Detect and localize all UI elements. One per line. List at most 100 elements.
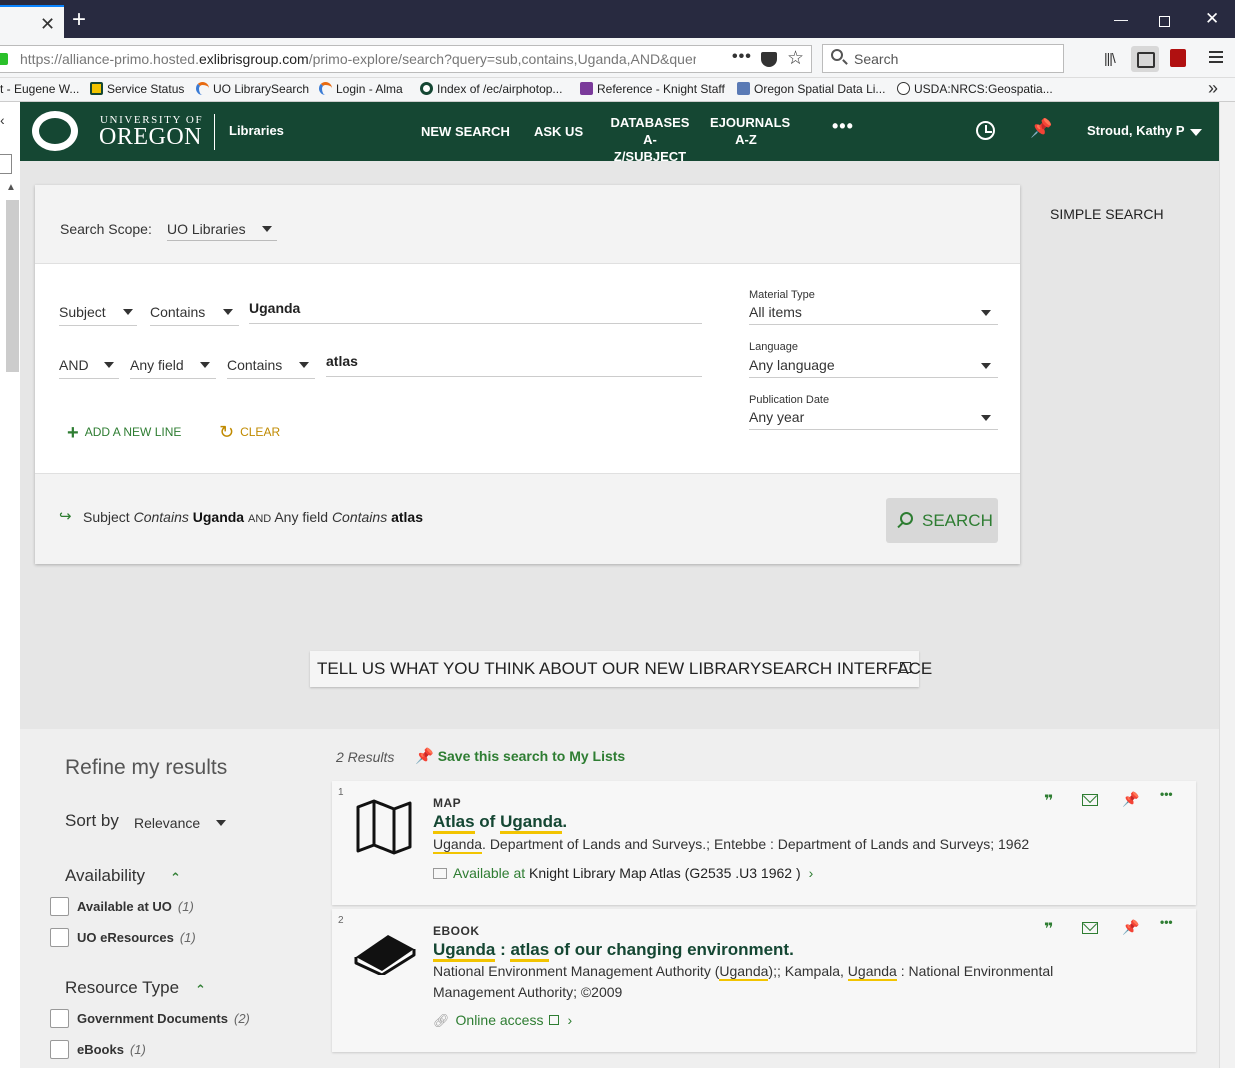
tab-close-icon[interactable]: ✕ (40, 14, 55, 35)
nav-ask-us[interactable]: ASK US (534, 123, 583, 140)
pub-date-select[interactable]: Any year (749, 408, 998, 430)
nav-ejournals[interactable]: EJOURNALS A-Z (710, 114, 790, 148)
facet-checkbox[interactable] (50, 1040, 69, 1059)
sort-select[interactable]: Relevance (134, 815, 200, 831)
bookmark-item[interactable]: Service Status (90, 82, 184, 96)
resource-type-facet-title[interactable]: Resource Type (65, 978, 179, 998)
pdf-icon[interactable] (1170, 49, 1186, 67)
field-select-1[interactable]: Subject (59, 302, 137, 326)
libraries-label[interactable]: Libraries (229, 123, 284, 138)
result-item[interactable]: 1 MAP Atlas of Uganda. Uganda. Departmen… (332, 781, 1196, 905)
search-history-icon[interactable] (976, 121, 995, 140)
result-title[interactable]: Atlas of Uganda. (433, 812, 567, 834)
bookmark-item[interactable]: UO LibrarySearch (196, 82, 309, 96)
add-line-button[interactable]: + ADD A NEW LINE (67, 422, 181, 445)
scrollbar-thumb[interactable] (6, 200, 19, 372)
nav-more-icon[interactable]: ••• (832, 117, 854, 135)
chevron-down-icon (981, 363, 991, 369)
citation-icon[interactable]: ❞ (1044, 919, 1053, 939)
chevron-left-icon[interactable]: ‹ (0, 112, 5, 128)
clear-label: CLEAR (240, 425, 281, 439)
page-scrollbar[interactable] (1219, 102, 1235, 1068)
chevron-down-icon[interactable] (216, 820, 226, 826)
simple-search-link[interactable]: SIMPLE SEARCH (1050, 206, 1164, 222)
bookmarks-overflow-icon[interactable]: » (1208, 78, 1218, 99)
clear-button[interactable]: ↻ CLEAR (219, 422, 280, 443)
nav-new-search[interactable]: NEW SEARCH (421, 123, 510, 140)
email-icon[interactable] (1082, 794, 1098, 806)
bookmark-item[interactable]: Reference - Knight Staff (580, 82, 725, 96)
material-type-select[interactable]: All items (749, 303, 998, 325)
search-term-input-2[interactable]: atlas (326, 351, 702, 377)
library-icon[interactable]: |||\ (1104, 50, 1116, 66)
facet-checkbox[interactable] (50, 897, 69, 916)
chevron-down-icon (123, 309, 133, 315)
page-content: ‹ ▲ UNIVERSITY OF OREGON Libraries NEW S… (0, 102, 1235, 1068)
sidebar-box[interactable] (0, 154, 12, 174)
user-menu[interactable]: Stroud, Kathy P (1087, 123, 1185, 138)
boolean-select-2[interactable]: AND (59, 355, 119, 379)
result-number: 2 (338, 915, 344, 926)
result-actions: ❞ 📌 ••• (1044, 915, 1184, 939)
result-actions: ❞ 📌 ••• (1044, 787, 1184, 811)
scroll-up-icon[interactable]: ▲ (6, 182, 16, 193)
pin-icon[interactable]: 📌 (1122, 791, 1139, 808)
url-text[interactable]: https://alliance-primo.hosted.exlibrisgr… (20, 51, 696, 67)
uo-logo-icon[interactable] (32, 111, 78, 151)
browser-navbar: https://alliance-primo.hosted.exlibrisgr… (0, 38, 1235, 78)
availability-link[interactable]: Available at Knight Library Map Atlas (G… (433, 865, 813, 881)
result-title[interactable]: Uganda : atlas of our changing environme… (433, 940, 794, 962)
logo-oregon[interactable]: OREGON (99, 124, 202, 151)
sidebar-icon[interactable] (1131, 46, 1159, 72)
hamburger-menu-icon[interactable] (1209, 51, 1223, 63)
facet-checkbox[interactable] (50, 928, 69, 947)
minimize-icon[interactable]: — (1114, 11, 1128, 27)
more-icon[interactable]: ••• (1160, 787, 1173, 801)
browser-tab[interactable]: ✕ (0, 5, 64, 38)
external-link-icon (549, 1015, 560, 1025)
page-actions-icon[interactable]: ••• (732, 48, 752, 66)
window-close-icon[interactable]: ✕ (1205, 9, 1219, 29)
result-item[interactable]: 2 EBOOK Uganda : atlas of our changing e… (332, 909, 1196, 1052)
chevron-right-icon: › (808, 865, 814, 881)
site-header: UNIVERSITY OF OREGON Libraries NEW SEARC… (20, 102, 1219, 164)
bookmark-item[interactable]: Oregon Spatial Data Li... (737, 82, 885, 96)
save-search-link[interactable]: 📌 Save this search to My Lists (415, 747, 625, 765)
field-select-2[interactable]: Any field (130, 355, 216, 379)
chevron-up-icon[interactable]: ⌃ (170, 870, 181, 886)
bookmark-item[interactable]: t - Eugene W... (0, 82, 79, 96)
bookmark-item[interactable]: Index of /ec/airphotop... (420, 82, 562, 96)
maximize-icon[interactable] (1159, 16, 1170, 27)
citation-icon[interactable]: ❞ (1044, 791, 1053, 811)
chart-icon (580, 82, 593, 95)
operator-select-1[interactable]: Contains (150, 302, 239, 326)
search-term-input-1[interactable]: Uganda (249, 298, 702, 324)
pocket-icon[interactable] (761, 52, 777, 67)
online-access-link[interactable]: 🔗︎ Online access › (433, 1012, 572, 1029)
language-select[interactable]: Any language (749, 356, 998, 378)
new-tab-icon[interactable]: + (72, 6, 86, 34)
nav-databases[interactable]: DATABASES A-Z/SUBJECT (610, 114, 690, 165)
bookmark-star-icon[interactable]: ☆ (787, 47, 804, 70)
email-icon[interactable] (1082, 922, 1098, 934)
chevron-up-icon[interactable]: ⌃ (195, 982, 206, 998)
arrow-right-icon: ↪ (59, 508, 72, 525)
bookmark-item[interactable]: USDA:NRCS:Geospatia... (897, 82, 1053, 96)
url-bar[interactable]: https://alliance-primo.hosted.exlibrisgr… (0, 45, 812, 73)
operator-value: Contains (150, 304, 206, 320)
chevron-down-icon[interactable] (1190, 129, 1202, 136)
scope-select[interactable]: UO Libraries (167, 219, 277, 241)
more-icon[interactable]: ••• (1160, 915, 1173, 929)
availability-facet-title[interactable]: Availability (65, 866, 145, 886)
search-button[interactable]: SEARCH (886, 498, 998, 543)
operator-select-2[interactable]: Contains (227, 355, 315, 379)
nav-ejournals-line1: EJOURNALS (710, 115, 791, 130)
language-value: Any language (749, 357, 835, 373)
result-details: National Environment Management Authorit… (433, 963, 1054, 1000)
bookmark-item[interactable]: Login - Alma (319, 82, 403, 96)
feedback-button[interactable]: TELL US WHAT YOU THINK ABOUT OUR NEW LIB… (310, 651, 932, 687)
browser-search-input[interactable]: Search (822, 44, 1064, 73)
pin-icon[interactable]: 📌 (1122, 919, 1139, 936)
facet-checkbox[interactable] (50, 1009, 69, 1028)
pin-icon[interactable]: 📌 (1030, 118, 1052, 139)
